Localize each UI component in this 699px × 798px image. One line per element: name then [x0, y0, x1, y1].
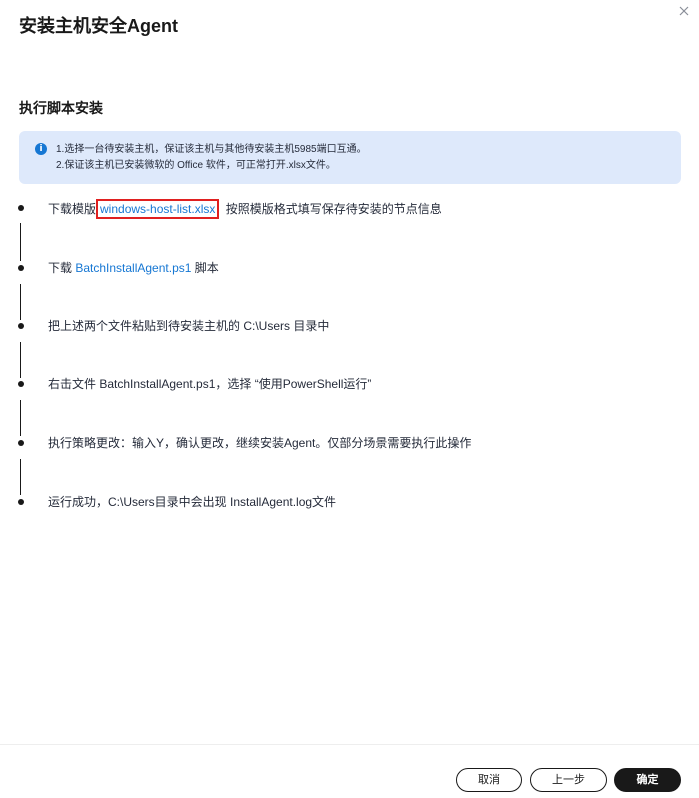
- info-icon: i: [35, 143, 47, 155]
- step-bullet: [18, 265, 24, 271]
- step-1-prefix: 下载模版: [48, 202, 97, 216]
- step-3: 把上述两个文件粘贴到待安装主机的 C:\Users 目录中: [48, 319, 330, 333]
- step-connector: [20, 223, 21, 261]
- footer-divider: [0, 744, 699, 745]
- download-template-link[interactable]: windows-host-list.xlsx: [96, 199, 220, 219]
- dialog-title: 安装主机安全Agent: [19, 16, 178, 36]
- step-bullet: [18, 381, 24, 387]
- step-1: 下载模版 windows-host-list.xlsx 按照模版格式填写保存待安装…: [48, 199, 442, 219]
- step-5: 执行策略更改：输入Y，确认更改，继续安装Agent。仅部分场景需要执行此操作: [48, 436, 472, 450]
- step-2: 下载 BatchInstallAgent.ps1 脚本: [48, 260, 219, 276]
- notice-line-1: 1.选择一台待安装主机，保证该主机与其他待安装主机5985端口互通。: [56, 144, 367, 155]
- confirm-button[interactable]: 确定: [614, 768, 681, 792]
- section-title: 执行脚本安装: [19, 100, 103, 116]
- install-agent-dialog: 安装主机安全Agent 执行脚本安装 i 1.选择一台待安装主机，保证该主机与其…: [0, 0, 699, 798]
- step-bullet: [18, 499, 24, 505]
- step-connector: [20, 459, 21, 495]
- previous-step-button[interactable]: 上一步: [530, 768, 607, 792]
- step-6: 运行成功，C:\Users目录中会出现 InstallAgent.log文件: [48, 495, 337, 509]
- step-2-prefix: 下载: [48, 261, 76, 275]
- download-script-link[interactable]: BatchInstallAgent.ps1: [75, 261, 191, 275]
- step-bullet: [18, 440, 24, 446]
- step-bullet: [18, 205, 24, 211]
- notice-banner: i 1.选择一台待安装主机，保证该主机与其他待安装主机5985端口互通。 2.保…: [19, 131, 681, 184]
- step-connector: [20, 400, 21, 436]
- step-bullet: [18, 323, 24, 329]
- close-icon[interactable]: [678, 4, 690, 16]
- step-2-suffix: 脚本: [191, 261, 219, 275]
- step-4: 右击文件 BatchInstallAgent.ps1，选择 “使用PowerSh…: [48, 377, 372, 391]
- step-1-suffix: 按照模版格式填写保存待安装的节点信息: [225, 202, 442, 216]
- step-connector: [20, 342, 21, 378]
- notice-line-2: 2.保证该主机已安装微软的 Office 软件，可正常打开.xlsx文件。: [56, 160, 336, 171]
- step-connector: [20, 284, 21, 320]
- cancel-button[interactable]: 取消: [456, 768, 522, 792]
